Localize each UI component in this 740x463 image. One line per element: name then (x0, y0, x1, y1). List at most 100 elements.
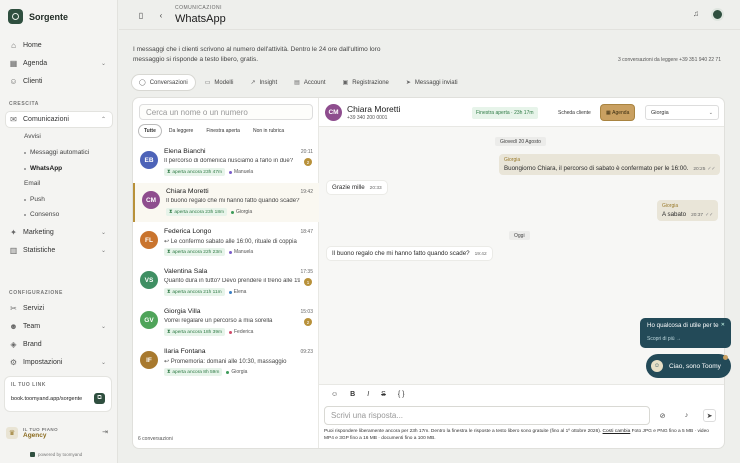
toomy-chat-button[interactable]: ☺ Ciao, sono Toomy (646, 354, 731, 378)
plan-box: ♛ IL TUO PIANO Agency ⇥ (6, 424, 112, 442)
search-input[interactable]: Cerca un nome o un numero (139, 104, 313, 120)
back-icon[interactable]: ‹ (155, 9, 167, 21)
logout-icon[interactable]: ⇥ (102, 428, 108, 436)
toomy-question: Ho qualcosa di utile per te (647, 322, 719, 329)
nav-clienti[interactable]: ☺ Clienti (6, 74, 112, 89)
avatar: EB (140, 151, 158, 169)
nav-home[interactable]: ⌂ Home (6, 38, 112, 53)
chevron-up-icon: ⌃ (100, 117, 106, 123)
template-icon: ▭ (204, 80, 211, 86)
booking-url[interactable]: book.toomyand.app/sorgente (11, 396, 82, 402)
filter-non-in-rubrica[interactable]: Non in rubrica (248, 125, 289, 137)
window-status-badge: Finestra aperta · 23h 17m (472, 107, 538, 119)
conversation-time: 19:42 (300, 189, 313, 195)
gear-icon: ⚙ (9, 358, 18, 367)
nav-agenda[interactable]: ▦ Agenda ⌄ (6, 56, 112, 71)
sub-email[interactable]: Email (24, 180, 40, 187)
conversation-count: 6 conversazioni (138, 436, 173, 442)
message-incoming: Il buono regalo che mi hanno fatto quand… (327, 247, 492, 260)
list-item[interactable]: GV Giorgia Villa 15:03 Vorrei regalare un p… (133, 303, 319, 342)
avatar: VS (140, 271, 158, 289)
tab-account[interactable]: ▤ Account (287, 75, 332, 90)
assignee-select[interactable]: Giorgia ⌄ (645, 105, 719, 120)
tab-registrazione[interactable]: ▣ Registrazione (336, 75, 396, 90)
nav-comunicazioni[interactable]: ✉ Comunicazioni ⌃ (6, 112, 112, 127)
sub-avvisi[interactable]: Avvisi (24, 133, 41, 140)
chat-icon: ◯ (139, 80, 146, 86)
message-outgoing: Giorgia Buongiorno Chiara, il percorso d… (499, 154, 721, 175)
staff-tag: Manuela (228, 249, 253, 255)
chevron-down-icon: ⌄ (100, 61, 106, 67)
attach-icon[interactable]: ⊘ (656, 409, 669, 422)
day-separator: Giovedì 20 Agosto (495, 137, 546, 146)
clock-icon: ⧗ (167, 170, 171, 175)
conversation-name: Valentina Sala (164, 268, 208, 275)
agenda-button[interactable]: ▦ Agenda (601, 105, 635, 120)
client-card-button[interactable]: Scheda cliente (553, 105, 596, 120)
bell-icon[interactable]: ♫ (693, 9, 699, 18)
conversation-name: Elena Bianchi (164, 148, 206, 155)
conversation-time: 17:35 (300, 269, 313, 275)
chevron-down-icon: ⌄ (100, 248, 106, 254)
toggle-sidebar-icon[interactable]: ▯ (135, 9, 147, 21)
tabs: ◯ Conversazioni ▭ Modelli ↗ Insight ▤ Accoun… (132, 75, 465, 90)
conversation-time: 20:11 (300, 149, 313, 155)
tab-insight[interactable]: ↗ Insight (243, 75, 284, 90)
read-check-icon: ✓✓ (707, 167, 716, 172)
nav-statistiche[interactable]: ▥ Statistiche ⌄ (6, 243, 112, 258)
clock-icon: ⧗ (167, 370, 171, 375)
code-button[interactable]: { } (398, 391, 405, 398)
filters: Tutte Da leggere Finestra aperta Non in … (139, 125, 289, 137)
strike-button[interactable]: S (381, 391, 386, 398)
filter-tutte[interactable]: Tutte (139, 125, 161, 137)
tab-modelli[interactable]: ▭ Modelli (198, 75, 241, 90)
nav-brand[interactable]: ◈ Brand (6, 337, 112, 352)
nav-marketing[interactable]: ✦ Marketing ⌄ (6, 225, 112, 240)
list-item[interactable]: IF Ilaria Fontana 09:23 ↩ Promemoria: doman… (133, 343, 319, 382)
emoji-icon[interactable]: ☺ (331, 391, 338, 398)
list-item[interactable]: FL Federica Longo 18:47 ↩ Le confermo sabat… (133, 223, 319, 262)
close-icon[interactable]: ✕ (721, 322, 725, 328)
filter-da-leggere[interactable]: Da leggere (164, 125, 198, 137)
sub-push[interactable]: Push (24, 196, 45, 203)
clock-icon: ⧗ (169, 210, 173, 215)
tab-conversazioni[interactable]: ◯ Conversazioni (132, 75, 195, 90)
nav-servizi[interactable]: ✂ Servizi (6, 301, 112, 316)
sub-whatsapp[interactable]: WhatsApp (24, 165, 62, 172)
italic-button[interactable]: I (367, 391, 369, 398)
filter-finestra-aperta[interactable]: Finestra aperta (201, 125, 245, 137)
list-item[interactable]: CM Chiara Moretti 19:42 Il buono regalo che… (133, 183, 319, 222)
list-item[interactable]: VS Valentina Sala 17:35 Quanto dura in tutt… (133, 263, 319, 302)
bold-button[interactable]: B (350, 391, 355, 398)
contact-phone: +39 340 200 0001 (347, 115, 388, 121)
sub-consenso[interactable]: Consenso (24, 211, 59, 218)
sub-messaggi-automatici[interactable]: Messaggi automatici (24, 149, 89, 156)
toomy-link[interactable]: Scopri di più → (647, 336, 681, 342)
cost-link[interactable]: Costi cambia (603, 429, 631, 434)
breadcrumb: COMUNICAZIONI (175, 5, 223, 11)
app-name: Sorgente (29, 11, 69, 22)
list-item[interactable]: EB Elena Bianchi 20:11 Il percorso di domen… (133, 143, 319, 182)
page-description: I messaggi che i clienti scrivono al num… (133, 46, 381, 63)
read-check-icon: ✓✓ (705, 213, 714, 218)
avatar: GV (140, 311, 158, 329)
tab-messaggi-inviati[interactable]: ➤ Messaggi inviati (399, 75, 465, 90)
copy-icon[interactable]: ⧉ (94, 393, 105, 404)
send-button[interactable]: ➤ (703, 409, 716, 422)
page-meta: 3 conversazioni da leggere +39 351 940 2… (618, 57, 721, 63)
conversation-name: Giorgia Villa (164, 308, 201, 315)
conversation-name: Ilaria Fontana (164, 348, 206, 355)
powered-by: powered by toomyand (30, 452, 82, 457)
message-outgoing: Giorgia A sabato 20:37 ✓✓ (657, 200, 719, 221)
register-icon: ▣ (342, 80, 349, 86)
conversation-preview: ↩ Le confermo sabato alle 16:00, rituale… (164, 239, 297, 245)
nav-impostazioni[interactable]: ⚙ Impostazioni ⌄ (6, 355, 112, 370)
conversation-time: 15:03 (300, 309, 313, 315)
avatar[interactable] (711, 8, 724, 21)
brand[interactable]: Sorgente (8, 9, 68, 24)
staff-tag: Manuela (228, 169, 253, 175)
sidebar: Sorgente ⌂ Home ▦ Agenda ⌄ ☺ Clienti CRE… (0, 0, 118, 463)
nav-team[interactable]: ☻ Team ⌄ (6, 319, 112, 334)
reply-input[interactable]: Scrivi una risposta... (324, 406, 650, 425)
mic-icon[interactable]: ♪ (680, 409, 693, 422)
